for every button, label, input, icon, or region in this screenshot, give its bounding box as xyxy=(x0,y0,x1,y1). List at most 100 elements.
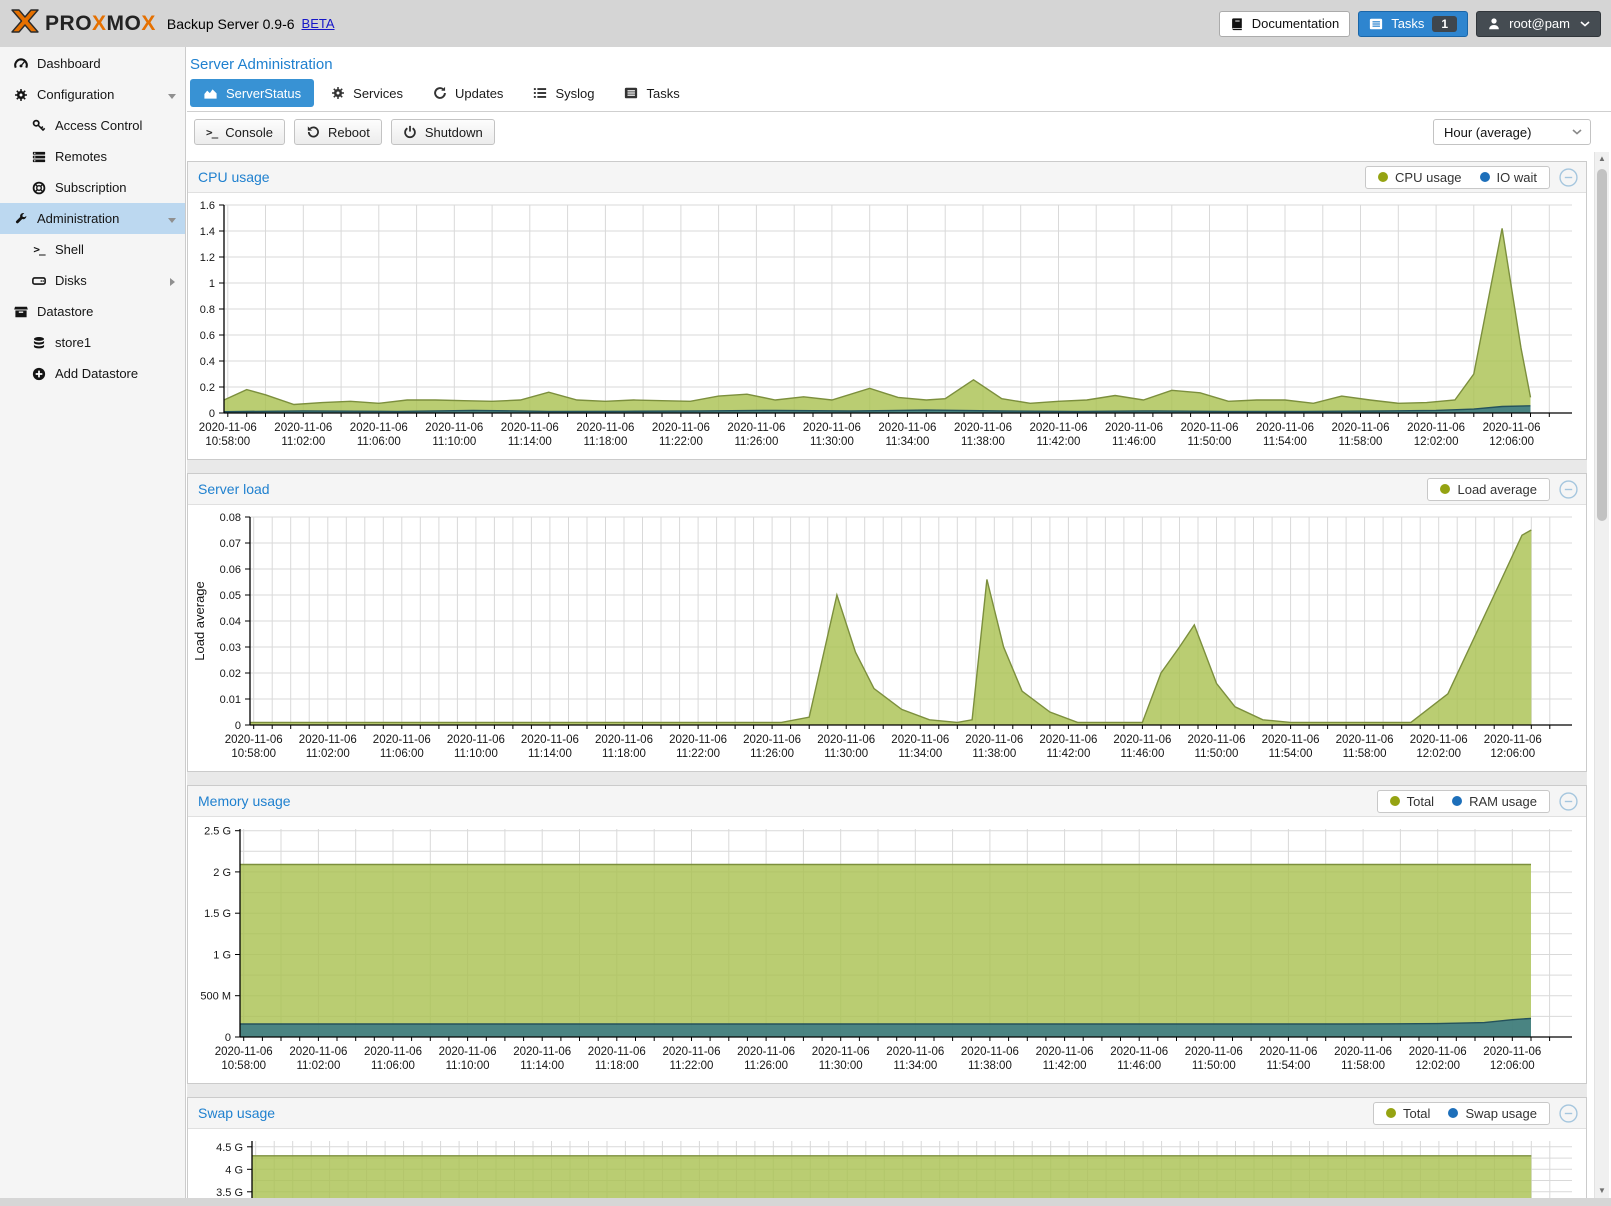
legend-item-total[interactable]: Total xyxy=(1386,1106,1430,1121)
tab-tasks[interactable]: Tasks xyxy=(611,79,692,107)
scrollbar-thumb[interactable] xyxy=(1597,169,1607,521)
collapse-panel-icon[interactable] xyxy=(1559,1104,1578,1123)
reboot-button[interactable]: Reboot xyxy=(294,119,382,145)
sidebar-item-label: Subscription xyxy=(55,180,127,195)
vertical-scrollbar[interactable]: ▲ ▼ xyxy=(1594,152,1609,1198)
tasks-button[interactable]: Tasks 1 xyxy=(1358,11,1468,37)
gears-icon xyxy=(331,86,345,100)
panel-title: Memory usage xyxy=(198,793,1377,809)
svg-text:0: 0 xyxy=(209,408,215,420)
cpu-usage-chart: 1.61.41.210.80.60.40.202020-11-0610:58:0… xyxy=(188,193,1586,459)
svg-text:1.2: 1.2 xyxy=(200,252,215,264)
collapse-panel-icon[interactable] xyxy=(1559,480,1578,499)
sidebar-item-remotes[interactable]: Remotes xyxy=(0,141,185,172)
svg-text:2020-11-06: 2020-11-06 xyxy=(669,734,727,746)
sidebar-item-add-datastore[interactable]: Add Datastore xyxy=(0,358,185,389)
sidebar-item-disks[interactable]: Disks xyxy=(0,265,185,296)
legend-item-swap-usage[interactable]: Swap usage xyxy=(1448,1106,1537,1121)
beta-link[interactable]: BETA xyxy=(302,16,335,31)
wrench-icon xyxy=(10,212,32,226)
svg-text:11:10:00: 11:10:00 xyxy=(432,436,476,448)
shutdown-label: Shutdown xyxy=(425,125,483,140)
caret-right-icon[interactable] xyxy=(167,275,177,290)
svg-text:11:58:00: 11:58:00 xyxy=(1341,1060,1385,1072)
svg-text:11:26:00: 11:26:00 xyxy=(750,748,794,760)
svg-text:11:10:00: 11:10:00 xyxy=(454,748,498,760)
caret-down-icon[interactable] xyxy=(167,89,177,104)
terminal-icon: >_ xyxy=(28,243,50,256)
svg-text:10:58:00: 10:58:00 xyxy=(221,1060,266,1072)
user-menu-button[interactable]: root@pam xyxy=(1476,11,1601,37)
caret-down-icon[interactable] xyxy=(167,213,177,228)
collapse-panel-icon[interactable] xyxy=(1559,168,1578,187)
svg-text:0.06: 0.06 xyxy=(220,564,241,576)
sidebar-item-subscription[interactable]: Subscription xyxy=(0,172,185,203)
svg-text:2020-11-06: 2020-11-06 xyxy=(663,1046,721,1058)
svg-text:11:46:00: 11:46:00 xyxy=(1117,1060,1161,1072)
panel-cpu-usage: CPU usageCPU usageIO wait1.61.41.210.80.… xyxy=(187,161,1587,460)
sidebar-item-administration[interactable]: Administration xyxy=(0,203,185,234)
legend-dot xyxy=(1390,796,1400,806)
sidebar-item-shell[interactable]: >_ Shell xyxy=(0,234,185,265)
scroll-down-arrow[interactable]: ▼ xyxy=(1595,1184,1609,1198)
time-range-select[interactable]: Hour (average) xyxy=(1433,119,1591,145)
collapse-panel-icon[interactable] xyxy=(1559,792,1578,811)
tab-services[interactable]: Services xyxy=(318,79,416,107)
legend: Load average xyxy=(1427,478,1550,501)
db-icon xyxy=(28,336,50,350)
svg-text:11:50:00: 11:50:00 xyxy=(1188,436,1232,448)
scroll-up-arrow[interactable]: ▲ xyxy=(1595,152,1609,166)
svg-text:12:02:00: 12:02:00 xyxy=(1416,748,1461,760)
gears-icon xyxy=(10,88,32,102)
svg-text:2020-11-06: 2020-11-06 xyxy=(961,1046,1019,1058)
legend-item-ram-usage[interactable]: RAM usage xyxy=(1452,794,1537,809)
console-button[interactable]: >_ Console xyxy=(194,119,285,145)
documentation-button[interactable]: Documentation xyxy=(1219,11,1350,37)
svg-text:0.4: 0.4 xyxy=(200,356,215,368)
memory-usage-chart: 2.5 G2 G1.5 G1 G500 M02020-11-0610:58:00… xyxy=(188,817,1586,1083)
sidebar-item-label: Shell xyxy=(55,242,84,257)
sidebar-item-dashboard[interactable]: Dashboard xyxy=(0,48,185,79)
svg-text:2020-11-06: 2020-11-06 xyxy=(1181,422,1239,434)
svg-text:2020-11-06: 2020-11-06 xyxy=(364,1046,422,1058)
legend-label: Total xyxy=(1403,1106,1430,1121)
chevron-down-icon xyxy=(1580,21,1590,27)
tab-label: Tasks xyxy=(646,86,679,101)
legend-item-total[interactable]: Total xyxy=(1390,794,1434,809)
tab-syslog[interactable]: Syslog xyxy=(520,79,607,107)
legend-item-cpu-usage[interactable]: CPU usage xyxy=(1378,170,1461,185)
sidebar-item-access-control[interactable]: Access Control xyxy=(0,110,185,141)
svg-text:11:22:00: 11:22:00 xyxy=(659,436,703,448)
sidebar-item-datastore[interactable]: Datastore xyxy=(0,296,185,327)
svg-text:2020-11-06: 2020-11-06 xyxy=(373,734,431,746)
panel-title: Swap usage xyxy=(198,1105,1373,1121)
svg-text:500 M: 500 M xyxy=(200,991,231,1003)
svg-text:12:02:00: 12:02:00 xyxy=(1414,436,1459,448)
svg-text:2020-11-06: 2020-11-06 xyxy=(803,422,861,434)
svg-text:2.5 G: 2.5 G xyxy=(204,826,231,838)
svg-text:0.03: 0.03 xyxy=(220,642,241,654)
tab-updates[interactable]: Updates xyxy=(420,79,516,107)
svg-text:2020-11-06: 2020-11-06 xyxy=(1407,422,1465,434)
svg-text:11:38:00: 11:38:00 xyxy=(972,748,1016,760)
svg-text:2020-11-06: 2020-11-06 xyxy=(215,1046,273,1058)
legend-item-load-average[interactable]: Load average xyxy=(1440,482,1537,497)
svg-text:2020-11-06: 2020-11-06 xyxy=(1113,734,1171,746)
svg-text:11:02:00: 11:02:00 xyxy=(281,436,325,448)
tab-serverstatus[interactable]: ServerStatus xyxy=(190,79,314,107)
legend-dot xyxy=(1448,1108,1458,1118)
legend-item-io-wait[interactable]: IO wait xyxy=(1480,170,1537,185)
svg-text:2020-11-06: 2020-11-06 xyxy=(1036,1046,1094,1058)
svg-text:10:58:00: 10:58:00 xyxy=(231,748,276,760)
sidebar-item-configuration[interactable]: Configuration xyxy=(0,79,185,110)
shutdown-button[interactable]: Shutdown xyxy=(391,119,495,145)
svg-text:2020-11-06: 2020-11-06 xyxy=(652,422,710,434)
svg-text:11:46:00: 11:46:00 xyxy=(1120,748,1164,760)
svg-text:0: 0 xyxy=(235,720,241,732)
proxmox-logo: PROXMOX xyxy=(10,8,156,39)
svg-text:0.2: 0.2 xyxy=(200,382,215,394)
svg-text:2020-11-06: 2020-11-06 xyxy=(576,422,634,434)
sidebar-item-store1[interactable]: store1 xyxy=(0,327,185,358)
svg-text:2020-11-06: 2020-11-06 xyxy=(891,734,949,746)
page-title: Server Administration xyxy=(187,47,1611,79)
